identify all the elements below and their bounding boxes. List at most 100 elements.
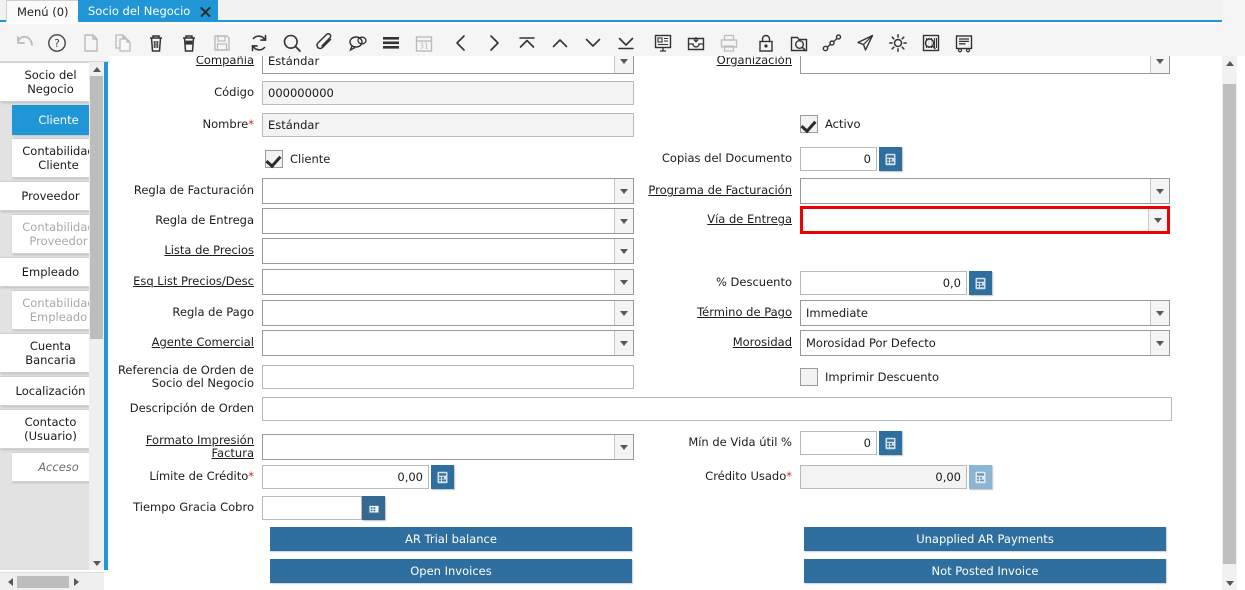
- organizacion-combo[interactable]: [800, 56, 1170, 74]
- delete-icon[interactable]: [140, 28, 171, 58]
- copy-record-icon[interactable]: [107, 28, 138, 58]
- delete-selection-icon[interactable]: [173, 28, 204, 58]
- chevron-down-icon[interactable]: [1150, 331, 1169, 355]
- scroll-left-icon[interactable]: [0, 573, 16, 590]
- scroll-down-icon[interactable]: [1222, 576, 1237, 590]
- programa-facturacion-combo[interactable]: [800, 178, 1170, 204]
- scroll-up-icon[interactable]: [89, 62, 104, 76]
- scrollbar-thumb[interactable]: [17, 576, 69, 588]
- regla-entrega-combo[interactable]: [262, 208, 634, 234]
- credito-usado-label: Crédito Usado*: [645, 470, 800, 484]
- sidebar-item-empleado[interactable]: Empleado: [0, 257, 100, 287]
- morosidad-combo[interactable]: Morosidad Por Defecto: [800, 330, 1170, 356]
- report-icon[interactable]: [647, 28, 678, 58]
- formato-impresion-combo[interactable]: [262, 434, 634, 460]
- nombre-input[interactable]: Estándar: [262, 113, 634, 137]
- scrollbar-thumb[interactable]: [1223, 84, 1236, 564]
- open-invoices-button[interactable]: Open Invoices: [270, 559, 632, 583]
- regla-pago-combo[interactable]: [262, 300, 634, 326]
- calendar-icon[interactable]: 31: [408, 28, 439, 58]
- down-record-icon[interactable]: [577, 28, 608, 58]
- calculator-icon[interactable]: [879, 431, 902, 455]
- last-record-icon[interactable]: [610, 28, 641, 58]
- sidebar-item-cuenta-bancaria[interactable]: Cuenta Bancaria: [0, 333, 100, 373]
- termino-pago-combo[interactable]: Immediate: [800, 300, 1170, 326]
- previous-record-icon[interactable]: [445, 28, 476, 58]
- chevron-down-icon[interactable]: [614, 239, 633, 263]
- sidebar-item-contacto-usuario[interactable]: Contacto (Usuario): [0, 409, 100, 449]
- limite-credito-input[interactable]: 0,00: [262, 465, 429, 489]
- activo-checkbox[interactable]: [800, 115, 818, 133]
- tab-menu[interactable]: Menú (0): [6, 0, 80, 22]
- chevron-down-icon[interactable]: [614, 209, 633, 233]
- menu-lines-icon[interactable]: [375, 28, 406, 58]
- chevron-down-icon[interactable]: [614, 301, 633, 325]
- min-vida-util-input[interactable]: 0: [800, 431, 877, 455]
- chevron-down-icon[interactable]: [1148, 209, 1167, 231]
- descripcion-orden-input[interactable]: [262, 397, 1172, 421]
- attachment-icon[interactable]: [309, 28, 340, 58]
- send-icon[interactable]: [849, 28, 880, 58]
- archive-icon[interactable]: [680, 28, 711, 58]
- sidebar-item-socio-del-negocio[interactable]: Socio del Negocio: [0, 62, 100, 102]
- agente-comercial-combo[interactable]: [262, 330, 634, 356]
- chat-icon[interactable]: [342, 28, 373, 58]
- find-icon[interactable]: [276, 28, 307, 58]
- regla-facturacion-combo[interactable]: [262, 178, 634, 204]
- sidebar-item-proveedor[interactable]: Proveedor: [0, 181, 100, 211]
- refresh-icon[interactable]: [243, 28, 274, 58]
- formato-impresion-label: Formato Impresión Factura: [110, 434, 262, 461]
- print-icon[interactable]: [713, 28, 744, 58]
- workflow-icon[interactable]: [816, 28, 847, 58]
- unapplied-ar-payments-button[interactable]: Unapplied AR Payments: [804, 527, 1166, 551]
- chevron-down-icon[interactable]: [614, 435, 633, 459]
- cliente-checkbox[interactable]: [265, 150, 283, 168]
- tab-socio-del-negocio[interactable]: Socio del Negocio: [78, 0, 218, 22]
- first-record-icon[interactable]: [511, 28, 542, 58]
- sidebar-horizontal-scrollbar[interactable]: [0, 572, 104, 590]
- next-record-icon[interactable]: [478, 28, 509, 58]
- scroll-up-icon[interactable]: [1222, 56, 1237, 70]
- calculator-icon[interactable]: [879, 147, 902, 171]
- tiempo-gracia-cobro-input[interactable]: [262, 496, 362, 520]
- chevron-down-icon[interactable]: [614, 331, 633, 355]
- chevron-down-icon[interactable]: [1150, 179, 1169, 203]
- chevron-down-icon[interactable]: [614, 179, 633, 203]
- chevron-down-icon[interactable]: [614, 56, 633, 73]
- scroll-down-icon[interactable]: [89, 556, 104, 570]
- codigo-input[interactable]: 000000000: [262, 81, 634, 105]
- close-icon[interactable]: [199, 5, 212, 18]
- chevron-down-icon[interactable]: [1150, 301, 1169, 325]
- calculator-icon[interactable]: [969, 271, 992, 295]
- form-vertical-scrollbar[interactable]: [1222, 56, 1237, 590]
- calculator-icon[interactable]: [431, 465, 454, 489]
- pct-descuento-input[interactable]: 0,0: [800, 271, 967, 295]
- up-record-icon[interactable]: [544, 28, 575, 58]
- open-invoices-label: Open Invoices: [410, 564, 491, 578]
- lista-precios-combo[interactable]: [262, 238, 634, 264]
- scroll-right-icon[interactable]: [70, 573, 86, 590]
- help-icon[interactable]: ?: [41, 28, 72, 58]
- calendar-icon[interactable]: [362, 496, 385, 520]
- referencia-orden-input[interactable]: [262, 365, 634, 389]
- save-icon[interactable]: [206, 28, 237, 58]
- chevron-down-icon[interactable]: [614, 270, 633, 294]
- product-info-icon[interactable]: [915, 28, 946, 58]
- scrollbar-thumb[interactable]: [90, 76, 103, 339]
- imprimir-descuento-checkbox[interactable]: [800, 368, 818, 386]
- esq-list-precios-combo[interactable]: [262, 269, 634, 295]
- preferences-gear-icon[interactable]: [882, 28, 913, 58]
- copias-documento-input[interactable]: 0: [800, 147, 877, 171]
- chevron-down-icon[interactable]: [1150, 56, 1169, 73]
- invoice-icon[interactable]: [948, 28, 979, 58]
- via-entrega-combo[interactable]: [800, 206, 1170, 234]
- lock-icon[interactable]: [750, 28, 781, 58]
- compania-combo[interactable]: Estándar: [262, 56, 634, 74]
- sidebar-vertical-scrollbar[interactable]: [89, 62, 104, 570]
- new-record-icon[interactable]: [74, 28, 105, 58]
- sidebar-item-localizacion[interactable]: Localización: [0, 376, 100, 406]
- ar-trial-balance-button[interactable]: AR Trial balance: [270, 527, 632, 551]
- undo-icon[interactable]: [8, 28, 39, 58]
- not-posted-invoice-button[interactable]: Not Posted Invoice: [804, 559, 1166, 583]
- zoom-across-icon[interactable]: [783, 28, 814, 58]
